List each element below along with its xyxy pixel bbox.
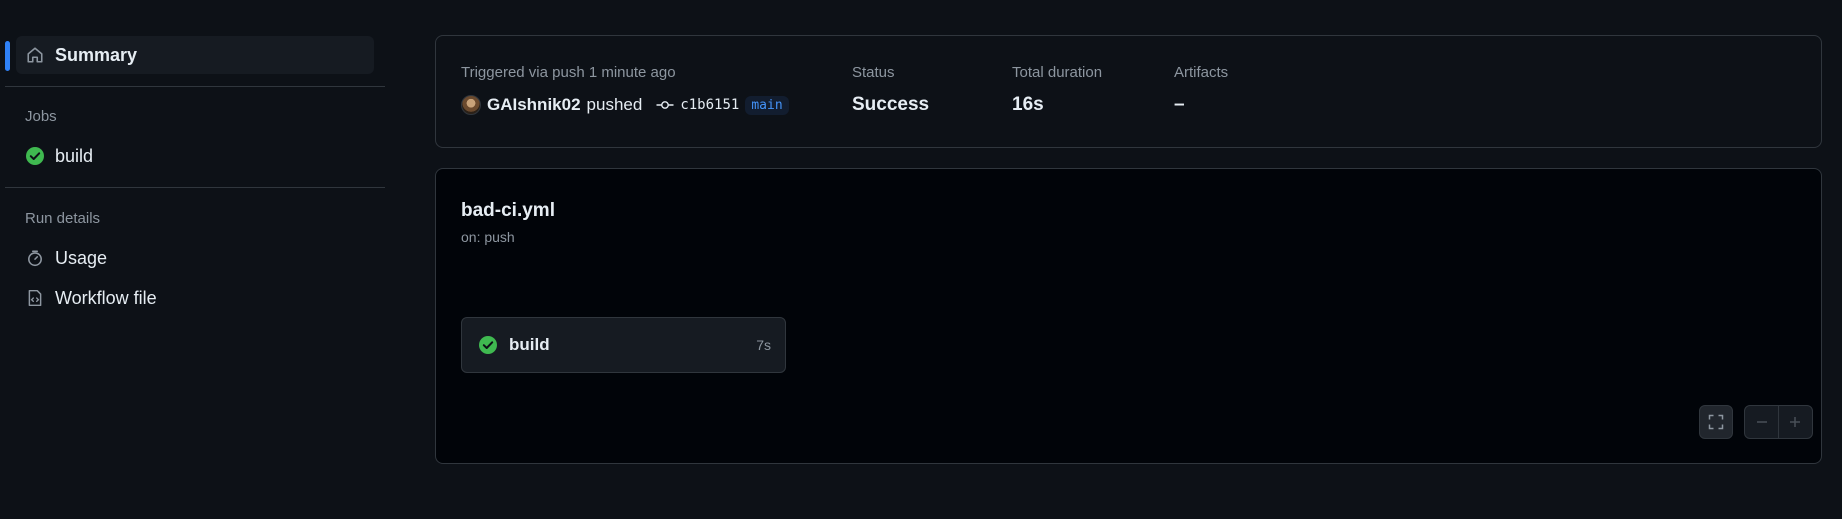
active-indicator <box>5 41 10 71</box>
divider <box>5 187 385 188</box>
sidebar-item-label: build <box>55 145 94 166</box>
duration-label: Total duration <box>1012 64 1103 81</box>
status-label: Status <box>852 64 895 81</box>
sidebar-item-label: Summary <box>55 44 138 65</box>
fullscreen-button[interactable] <box>1699 405 1733 439</box>
workflow-name[interactable]: bad-ci.yml <box>461 200 555 222</box>
job-duration: 7s <box>756 337 771 353</box>
sidebar-item-workflow-file[interactable]: Workflow file <box>16 279 374 317</box>
branch-badge[interactable]: main <box>745 95 789 115</box>
job-label: build <box>509 335 550 354</box>
home-icon <box>25 45 45 65</box>
plus-icon <box>1788 415 1802 429</box>
jobs-section-title: Jobs <box>25 108 57 125</box>
job-node-build[interactable]: build 7s <box>461 317 786 373</box>
sidebar-item-label: Workflow file <box>55 287 157 308</box>
duration-value: 16s <box>1012 94 1044 115</box>
workflow-trigger: on: push <box>461 229 515 245</box>
commit-sha-link[interactable]: c1b6151 <box>680 97 739 113</box>
workflow-graph-card: bad-ci.yml on: push build 7s <box>435 168 1822 464</box>
run-details-section-title: Run details <box>25 210 101 227</box>
run-summary-card: Triggered via push 1 minute ago GAIshnik… <box>435 35 1822 148</box>
action-text: pushed <box>586 95 643 114</box>
divider <box>5 86 385 87</box>
sidebar-item-build[interactable]: build <box>16 137 374 175</box>
check-circle-icon <box>25 146 45 166</box>
zoom-out-button[interactable] <box>1745 406 1778 438</box>
zoom-controls <box>1744 405 1813 439</box>
file-code-icon <box>25 288 45 308</box>
stopwatch-icon <box>25 248 45 268</box>
sidebar-item-summary[interactable]: Summary <box>16 36 374 74</box>
artifacts-label: Artifacts <box>1174 64 1229 81</box>
git-commit-icon <box>656 99 674 111</box>
commit-info: GAIshnik02 pushed c1b6151 main <box>461 95 789 115</box>
avatar <box>461 95 481 115</box>
sidebar-item-label: Usage <box>55 247 108 268</box>
check-circle-icon <box>478 335 498 355</box>
sidebar: Summary Jobs build Run details Usage Wor… <box>0 0 386 519</box>
user-link[interactable]: GAIshnik02 <box>487 95 581 115</box>
artifacts-value: – <box>1174 94 1185 115</box>
minus-icon <box>1755 415 1769 429</box>
trigger-text: Triggered via push 1 minute ago <box>461 64 676 81</box>
sidebar-item-usage[interactable]: Usage <box>16 239 374 277</box>
zoom-in-button[interactable] <box>1779 406 1812 438</box>
status-value: Success <box>852 94 930 115</box>
fullscreen-icon <box>1708 414 1724 430</box>
